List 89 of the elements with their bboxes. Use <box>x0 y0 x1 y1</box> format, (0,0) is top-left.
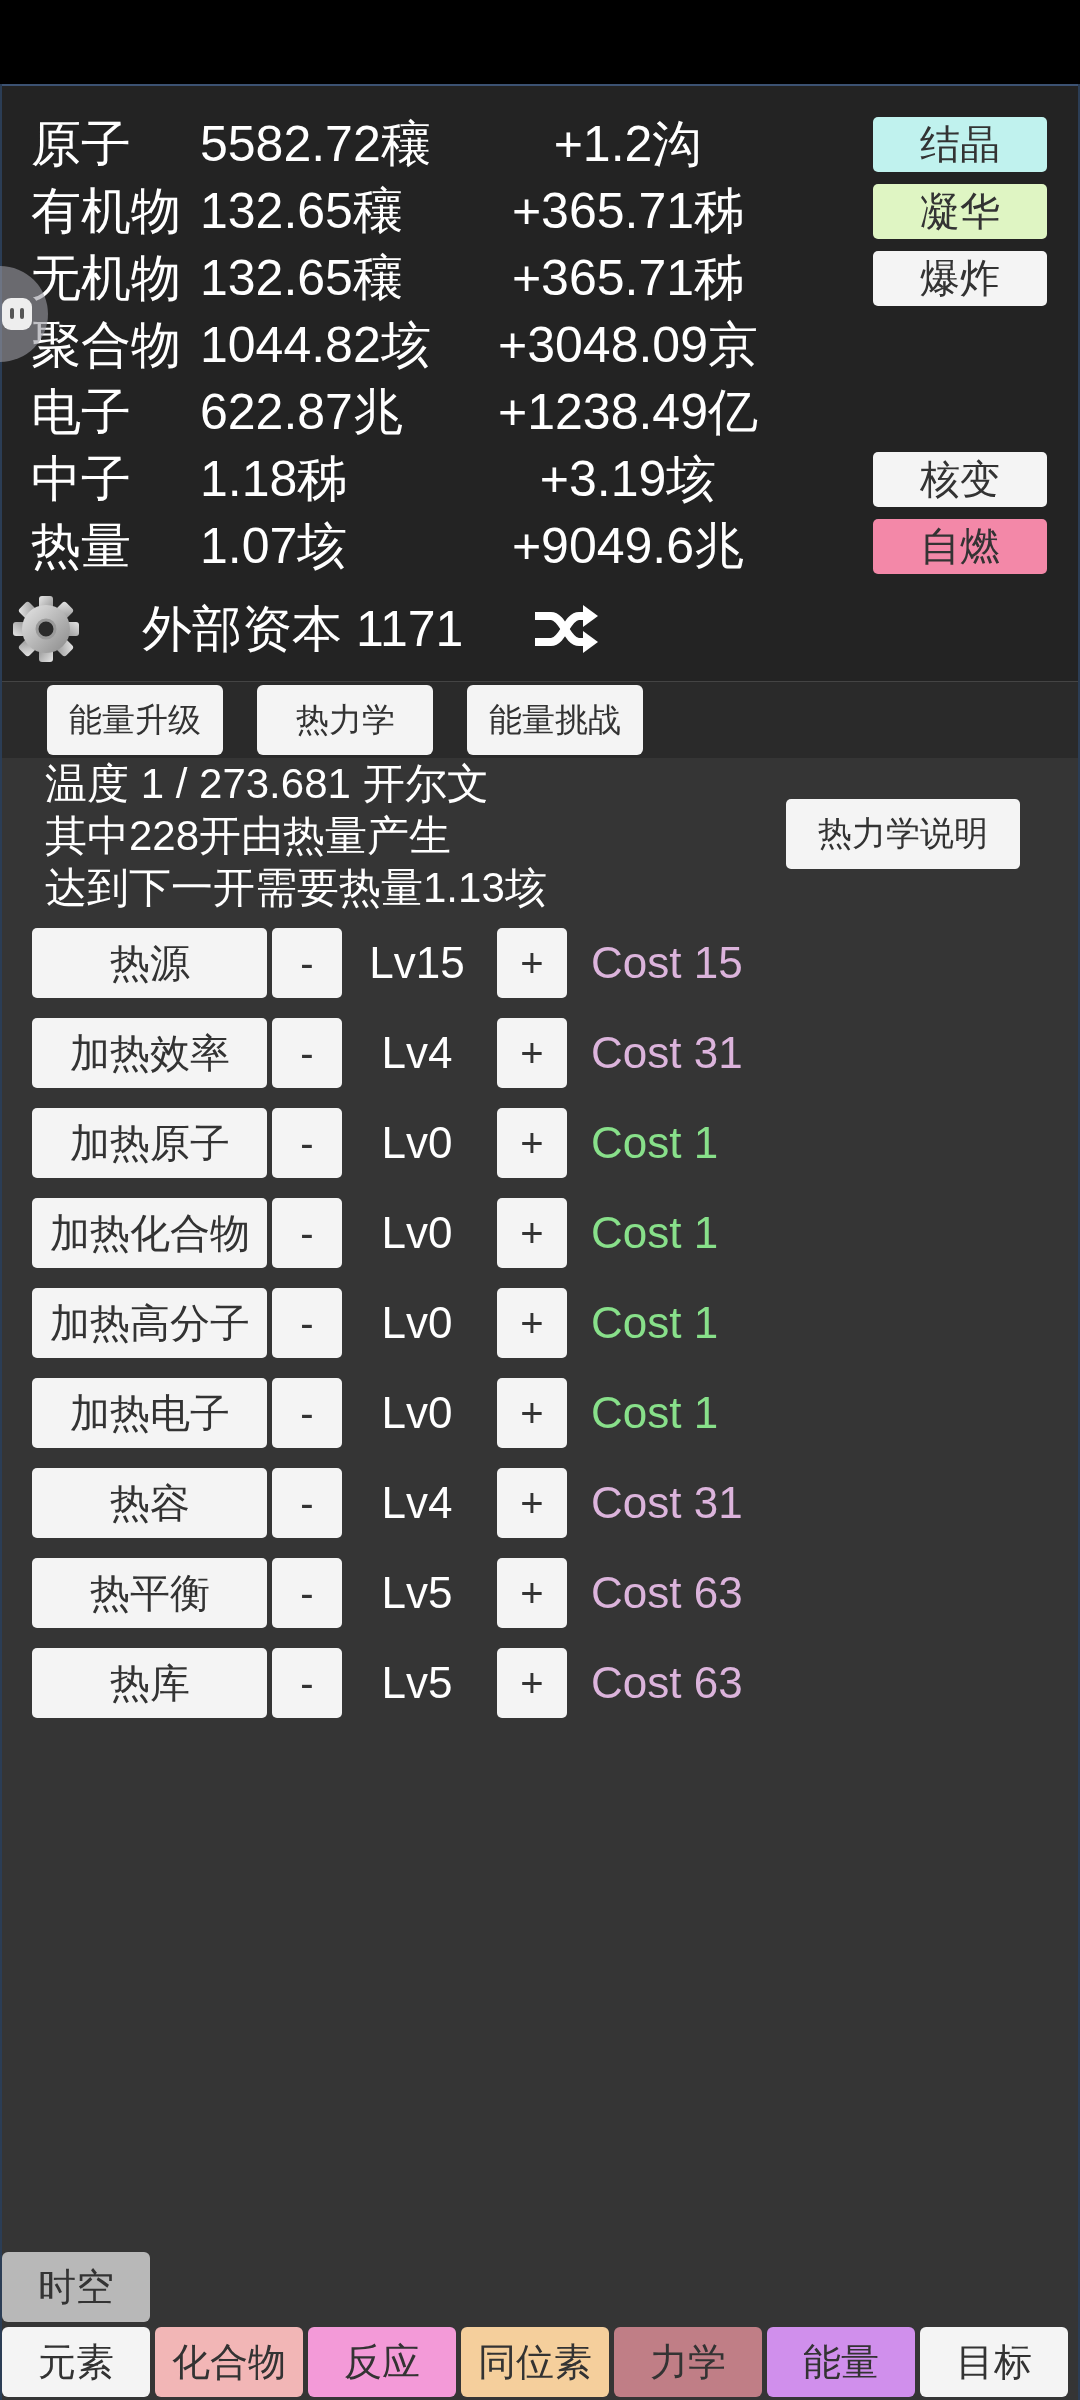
nav-tab[interactable]: 目标 <box>920 2327 1068 2397</box>
resource-rate: +365.71秭 <box>510 182 746 241</box>
upgrade-button[interactable]: 加热电子 <box>32 1378 267 1448</box>
resource-amount: 1.07垓 <box>200 517 349 576</box>
resource-name: 电子 <box>31 383 132 442</box>
capital-label: 外部资本 1171 <box>142 599 464 659</box>
upgrade-level: Lv15 <box>368 938 466 988</box>
upgrade-level: Lv0 <box>380 1388 454 1438</box>
resource-name: 无机物 <box>31 249 182 308</box>
decrease-button[interactable]: - <box>272 1378 342 1448</box>
thermo-info-text: 温度 1 / 273.681 开尔文 <box>45 759 490 809</box>
upgrade-level: Lv0 <box>380 1208 454 1258</box>
spacetime-button[interactable]: 时空 <box>2 2252 150 2322</box>
increase-button[interactable]: + <box>497 1288 567 1358</box>
decrease-button[interactable]: - <box>272 1558 342 1628</box>
upgrade-button[interactable]: 加热效率 <box>32 1018 267 1088</box>
upgrade-level: Lv5 <box>380 1568 454 1618</box>
upgrade-level: Lv4 <box>380 1478 454 1528</box>
nav-tab[interactable]: 元素 <box>2 2327 150 2397</box>
subtab[interactable]: 能量挑战 <box>467 685 643 755</box>
thermo-info-text: 其中228开由热量产生 <box>45 811 453 861</box>
resource-rate: +9049.6兆 <box>510 517 746 576</box>
action-button[interactable]: 核变 <box>873 452 1047 507</box>
upgrade-cost: Cost 1 <box>591 1118 719 1168</box>
decrease-button[interactable]: - <box>272 1108 342 1178</box>
increase-button[interactable]: + <box>497 928 567 998</box>
decrease-button[interactable]: - <box>272 1468 342 1538</box>
upgrade-cost: Cost 63 <box>591 1568 743 1618</box>
upgrade-level: Lv0 <box>380 1118 454 1168</box>
upgrade-cost: Cost 1 <box>591 1298 719 1348</box>
resource-rate: +3.19垓 <box>538 450 718 509</box>
help-button[interactable]: 热力学说明 <box>786 799 1020 869</box>
shuffle-icon[interactable] <box>533 604 600 654</box>
upgrade-cost: Cost 63 <box>591 1658 743 1708</box>
nav-tab[interactable]: 能量 <box>767 2327 915 2397</box>
increase-button[interactable]: + <box>497 1468 567 1538</box>
increase-button[interactable]: + <box>497 1378 567 1448</box>
resource-name: 热量 <box>31 517 132 576</box>
action-button[interactable]: 爆炸 <box>873 251 1047 306</box>
decrease-button[interactable]: - <box>272 1648 342 1718</box>
resource-amount: 132.65穰 <box>200 182 404 241</box>
resource-name: 原子 <box>31 115 132 174</box>
resource-rate: +365.71秭 <box>510 249 746 308</box>
resource-name: 有机物 <box>31 182 182 241</box>
resource-amount: 622.87兆 <box>200 383 404 442</box>
upgrade-cost: Cost 1 <box>591 1208 719 1258</box>
upgrade-button[interactable]: 热平衡 <box>32 1558 267 1628</box>
resource-name: 聚合物 <box>31 316 182 375</box>
increase-button[interactable]: + <box>497 1558 567 1628</box>
resource-rate: +3048.09京 <box>497 316 759 375</box>
decrease-button[interactable]: - <box>272 1018 342 1088</box>
upgrade-button[interactable]: 热容 <box>32 1468 267 1538</box>
resource-rate: +1.2沟 <box>552 115 704 174</box>
decrease-button[interactable]: - <box>272 1198 342 1268</box>
action-button[interactable]: 结晶 <box>873 117 1047 172</box>
upgrade-cost: Cost 1 <box>591 1388 719 1438</box>
settings-icon[interactable] <box>12 595 80 663</box>
decrease-button[interactable]: - <box>272 1288 342 1358</box>
action-button[interactable]: 自燃 <box>873 519 1047 574</box>
increase-button[interactable]: + <box>497 1018 567 1088</box>
upgrade-button[interactable]: 加热化合物 <box>32 1198 267 1268</box>
increase-button[interactable]: + <box>497 1648 567 1718</box>
increase-button[interactable]: + <box>497 1108 567 1178</box>
upgrade-level: Lv5 <box>380 1658 454 1708</box>
subtab[interactable]: 能量升级 <box>47 685 223 755</box>
resource-amount: 5582.72穰 <box>200 115 432 174</box>
nav-tab[interactable]: 同位素 <box>461 2327 609 2397</box>
upgrade-level: Lv0 <box>380 1298 454 1348</box>
upgrade-cost: Cost 31 <box>591 1478 743 1528</box>
upgrade-button[interactable]: 加热高分子 <box>32 1288 267 1358</box>
subtab[interactable]: 热力学 <box>257 685 433 755</box>
upgrade-cost: Cost 31 <box>591 1028 743 1078</box>
upgrade-button[interactable]: 热库 <box>32 1648 267 1718</box>
nav-tab[interactable]: 力学 <box>614 2327 762 2397</box>
upgrade-level: Lv4 <box>380 1028 454 1078</box>
increase-button[interactable]: + <box>497 1198 567 1268</box>
decrease-button[interactable]: - <box>272 928 342 998</box>
resource-amount: 1.18秭 <box>200 450 349 509</box>
thermo-info-text: 达到下一开需要热量1.13垓 <box>45 863 547 913</box>
nav-tab[interactable]: 化合物 <box>155 2327 303 2397</box>
upgrade-button[interactable]: 加热原子 <box>32 1108 267 1178</box>
nav-tab[interactable]: 反应 <box>308 2327 456 2397</box>
resource-rate: +1238.49亿 <box>497 383 759 442</box>
upgrade-cost: Cost 15 <box>591 938 743 988</box>
resource-amount: 1044.82垓 <box>200 316 432 375</box>
action-button[interactable]: 凝华 <box>873 184 1047 239</box>
resource-amount: 132.65穰 <box>200 249 404 308</box>
resource-name: 中子 <box>31 450 132 509</box>
upgrade-button[interactable]: 热源 <box>32 928 267 998</box>
